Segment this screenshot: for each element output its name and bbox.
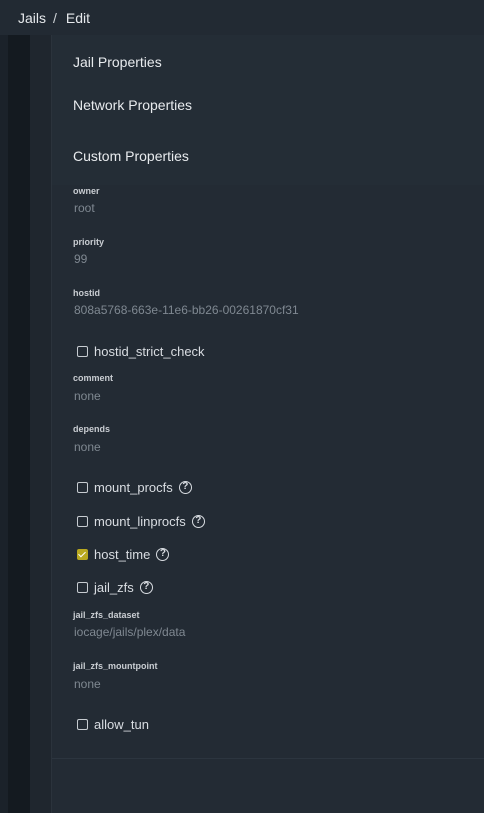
mount-linprocfs-checkbox[interactable] [77,515,88,527]
host-time-label[interactable]: host_time [94,547,150,562]
hostid-field[interactable]: 808a5768-663e-11e6-bb26-00261870cf31 [74,303,299,317]
mount-procfs-label[interactable]: mount_procfs [94,480,173,495]
host-time-row[interactable]: host_time ? [77,544,170,564]
comment-label: comment [73,373,114,383]
question-circle-icon[interactable]: ? [139,580,153,594]
jail-zfs-checkbox[interactable] [77,581,88,593]
priority-label: priority [73,237,105,247]
owner-field[interactable]: root [74,201,95,215]
jail-zfs-mountpoint-field[interactable]: none [74,677,101,691]
section-network-properties[interactable]: Network Properties [73,97,192,113]
breadcrumb: Jails / Edit [0,0,484,35]
depends-label: depends [73,424,111,434]
mount-procfs-row[interactable]: mount_procfs ? [77,477,192,497]
allow-tun-checkbox[interactable] [77,718,88,730]
sidebar-rail [8,35,30,813]
priority-field[interactable]: 99 [74,252,87,266]
hostid-strict-check-row[interactable]: hostid_strict_check [77,341,205,361]
question-circle-icon[interactable]: ? [178,480,192,494]
hostid-strict-check-checkbox[interactable] [77,345,88,357]
mount-procfs-checkbox[interactable] [77,481,88,493]
question-circle-icon[interactable]: ? [156,547,170,561]
jail-zfs-label[interactable]: jail_zfs [94,580,134,595]
question-circle-icon[interactable]: ? [191,514,205,528]
allow-tun-label[interactable]: allow_tun [94,717,149,732]
breadcrumb-jails-link[interactable]: Jails [18,10,46,26]
breadcrumb-current: Edit [65,9,91,26]
host-time-checkbox[interactable] [77,548,88,560]
owner-label: owner [73,186,100,196]
mount-linprocfs-row[interactable]: mount_linprocfs ? [77,511,205,531]
hostid-strict-check-label[interactable]: hostid_strict_check [94,344,205,359]
divider [52,758,484,759]
mount-linprocfs-label[interactable]: mount_linprocfs [94,514,186,529]
section-custom-properties[interactable]: Custom Properties [73,148,189,164]
allow-tun-row[interactable]: allow_tun [77,714,149,734]
comment-field[interactable]: none [74,389,101,403]
breadcrumb-separator: / [53,9,57,26]
jail-zfs-dataset-label: jail_zfs_dataset [73,610,140,620]
jail-zfs-row[interactable]: jail_zfs ? [77,577,153,597]
jail-zfs-dataset-field[interactable]: iocage/jails/plex/data [74,625,185,639]
jail-zfs-mountpoint-label: jail_zfs_mountpoint [73,661,158,671]
section-jail-properties[interactable]: Jail Properties [73,54,162,70]
depends-field[interactable]: none [74,440,101,454]
hostid-label: hostid [73,288,100,298]
sidebar-secondary-rail [30,35,52,813]
